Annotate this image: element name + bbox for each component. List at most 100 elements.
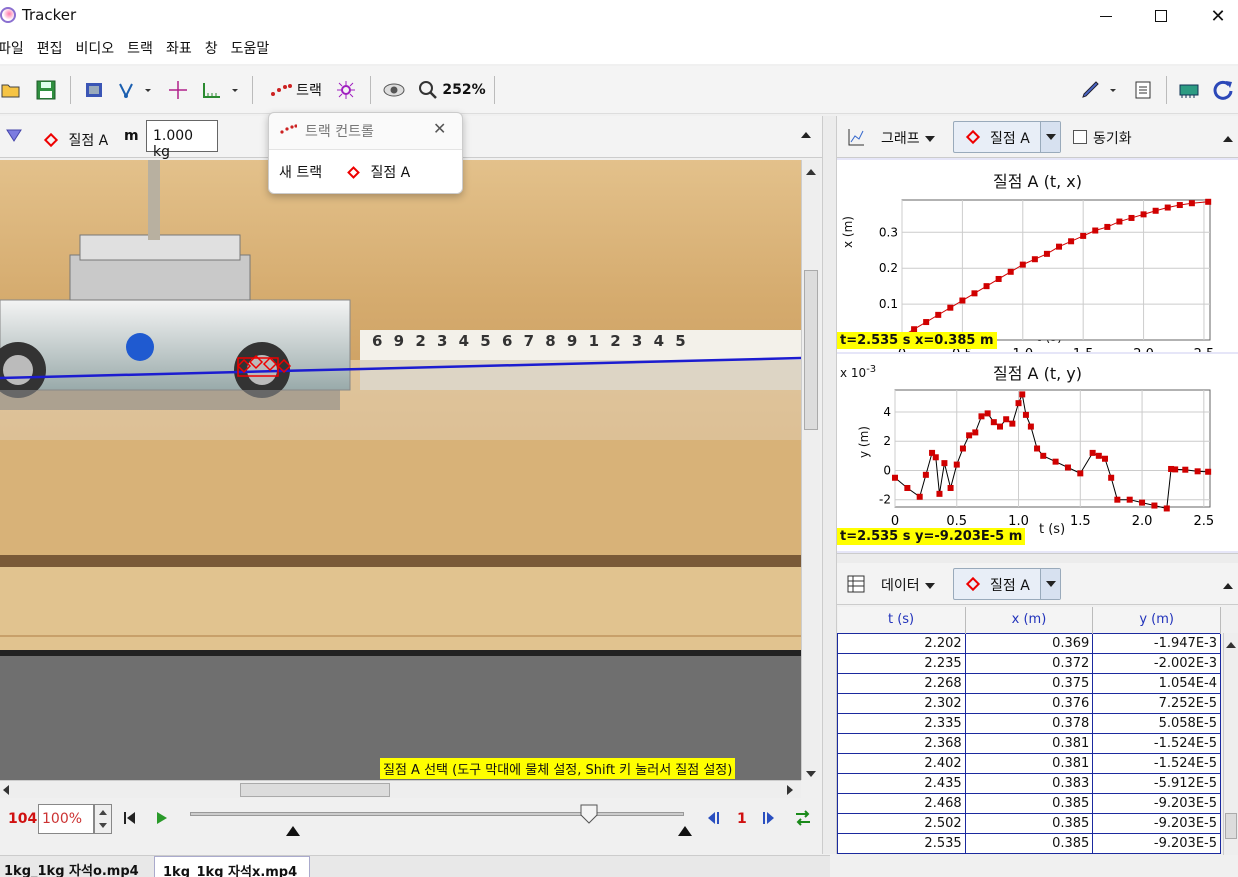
drawing-tools-button[interactable] xyxy=(1080,78,1120,102)
cell-x[interactable]: 0.376 xyxy=(964,692,1094,714)
visibility-button[interactable] xyxy=(382,78,406,102)
video-vertical-scrollbar[interactable] xyxy=(801,160,820,780)
cell-t[interactable]: 2.402 xyxy=(837,752,966,774)
axes-button[interactable] xyxy=(166,78,190,102)
data-collapse-button[interactable] xyxy=(1222,579,1234,595)
cell-t[interactable]: 2.535 xyxy=(837,832,966,854)
sync-checkbox[interactable] xyxy=(1073,130,1087,144)
data-menu-button[interactable]: 데이터 xyxy=(881,575,936,595)
calibration-tool-button[interactable] xyxy=(116,78,154,102)
cell-y[interactable]: -9.203E-5 xyxy=(1092,812,1221,834)
step-size[interactable]: 1 xyxy=(737,811,747,827)
scroll-down-icon[interactable] xyxy=(805,766,817,782)
cell-y[interactable]: 1.054E-4 xyxy=(1092,672,1221,694)
cell-t[interactable]: 2.368 xyxy=(837,732,966,754)
table-row[interactable]: 2.368 0.381 -1.524E-5 xyxy=(837,732,1221,754)
table-row[interactable]: 2.468 0.385 -9.203E-5 xyxy=(837,792,1221,814)
cell-x[interactable]: 0.372 xyxy=(964,652,1094,674)
table-row[interactable]: 2.268 0.375 1.054E-4 xyxy=(837,672,1221,694)
collapse-button[interactable] xyxy=(800,128,812,144)
clip-settings-button[interactable] xyxy=(82,78,106,102)
cell-t[interactable]: 2.302 xyxy=(837,692,966,714)
speed-field[interactable]: 100% xyxy=(38,804,94,834)
column-header-t[interactable]: t (s) xyxy=(837,607,966,633)
column-header-y[interactable]: y (m) xyxy=(1092,607,1221,633)
x-graph[interactable]: 질점 A (t, x) x (m) t (s) 00.51.01.52.02.5… xyxy=(837,160,1238,352)
tab-video-2[interactable]: 1kg_1kg 자석x.mp4 xyxy=(154,856,310,877)
menu-video[interactable]: 비디오 xyxy=(76,38,115,58)
table-scroll-thumb[interactable] xyxy=(1225,813,1237,839)
cell-t[interactable]: 2.335 xyxy=(837,712,966,734)
frame-slider-thumb[interactable] xyxy=(580,804,598,828)
open-folder-button[interactable] xyxy=(0,78,22,102)
step-back-button[interactable] xyxy=(706,812,720,828)
close-button[interactable]: ✕ xyxy=(1193,0,1238,32)
cell-y[interactable]: -9.203E-5 xyxy=(1092,792,1221,814)
autotracker-button[interactable] xyxy=(334,78,358,102)
refresh-button[interactable] xyxy=(1210,78,1236,102)
menu-edit[interactable]: 편집 xyxy=(37,38,63,58)
vertical-scroll-thumb[interactable] xyxy=(804,270,818,430)
cell-t[interactable]: 2.435 xyxy=(837,772,966,794)
table-row[interactable]: 2.335 0.378 5.058E-5 xyxy=(837,712,1221,734)
table-row[interactable]: 2.302 0.376 7.252E-5 xyxy=(837,692,1221,714)
table-row[interactable]: 2.502 0.385 -9.203E-5 xyxy=(837,812,1221,834)
table-row[interactable]: 2.535 0.385 -9.203E-5 xyxy=(837,832,1221,854)
y-graph[interactable]: 질점 A (t, y) x 10-3 y (m) t (s) 0 0.5 1.0 1.… xyxy=(837,354,1238,551)
graph-track-selector[interactable]: 질점 A xyxy=(953,121,1061,153)
cell-y[interactable]: -1.524E-5 xyxy=(1092,752,1221,774)
horizontal-scroll-thumb[interactable] xyxy=(240,783,390,797)
graph-menu-button[interactable]: 그래프 xyxy=(881,128,936,148)
scroll-up-icon[interactable] xyxy=(1225,637,1237,653)
column-header-x[interactable]: x (m) xyxy=(965,607,1094,633)
tab-video-1[interactable]: 1kg_1kg 자석o.mp4 xyxy=(0,856,150,877)
cell-x[interactable]: 0.369 xyxy=(964,632,1094,654)
cell-y[interactable]: 7.252E-5 xyxy=(1092,692,1221,714)
cell-y[interactable]: -1.947E-3 xyxy=(1092,632,1221,654)
cell-t[interactable]: 2.468 xyxy=(837,792,966,814)
play-button[interactable] xyxy=(156,812,168,828)
table-row[interactable]: 2.402 0.381 -1.524E-5 xyxy=(837,752,1221,774)
minimize-button[interactable] xyxy=(1081,0,1131,32)
popup-track-item[interactable]: 질점 A xyxy=(347,162,410,182)
cell-x[interactable]: 0.375 xyxy=(964,672,1094,694)
data-table[interactable]: t (s) x (m) y (m) 2.202 0.369 -1.947E-3 2.2… xyxy=(837,607,1221,854)
track-control-button[interactable]: 트랙 xyxy=(264,78,328,102)
track-menu-button[interactable] xyxy=(6,128,22,146)
rewind-button[interactable] xyxy=(124,812,136,828)
track-selector[interactable]: 질점 A xyxy=(43,130,108,150)
popup-close-button[interactable]: ✕ xyxy=(433,119,446,138)
table-row[interactable]: 2.235 0.372 -2.002E-3 xyxy=(837,652,1221,674)
table-scrollbar[interactable] xyxy=(1223,633,1238,855)
cell-y[interactable]: -1.524E-5 xyxy=(1092,732,1221,754)
cell-x[interactable]: 0.383 xyxy=(964,772,1094,794)
menu-window[interactable]: 창 xyxy=(205,38,218,58)
speed-spinner[interactable] xyxy=(94,804,112,834)
start-frame-marker[interactable] xyxy=(286,824,300,840)
cell-y[interactable]: -5.912E-5 xyxy=(1092,772,1221,794)
cell-y[interactable]: 5.058E-5 xyxy=(1092,712,1221,734)
end-frame-marker[interactable] xyxy=(678,824,692,840)
graph-collapse-button[interactable] xyxy=(1222,132,1234,148)
video-horizontal-scrollbar[interactable] xyxy=(0,780,801,798)
cell-x[interactable]: 0.381 xyxy=(964,732,1094,754)
cell-x[interactable]: 0.385 xyxy=(964,832,1094,854)
video-view[interactable]: 6 9 2 3 4 5 6 7 8 9 1 2 3 4 5 질점 A 선택 (도… xyxy=(0,160,801,780)
menu-track[interactable]: 트랙 xyxy=(127,38,153,58)
maximize-button[interactable] xyxy=(1136,0,1186,32)
cell-x[interactable]: 0.381 xyxy=(964,752,1094,774)
table-row[interactable]: 2.435 0.383 -5.912E-5 xyxy=(837,772,1221,794)
cell-x[interactable]: 0.385 xyxy=(964,812,1094,834)
data-track-selector[interactable]: 질점 A xyxy=(953,568,1061,600)
cell-t[interactable]: 2.235 xyxy=(837,652,966,674)
cell-x[interactable]: 0.385 xyxy=(964,792,1094,814)
pane-divider[interactable] xyxy=(822,116,837,854)
cell-t[interactable]: 2.202 xyxy=(837,632,966,654)
new-track-button[interactable]: 새 트랙 xyxy=(279,162,322,182)
cell-t[interactable]: 2.268 xyxy=(837,672,966,694)
memory-button[interactable] xyxy=(1176,78,1202,102)
dropdown-arrow[interactable] xyxy=(1040,122,1060,152)
menu-coords[interactable]: 좌표 xyxy=(166,38,192,58)
panel-divider[interactable] xyxy=(837,553,1238,563)
menu-help[interactable]: 도움말 xyxy=(231,38,270,58)
